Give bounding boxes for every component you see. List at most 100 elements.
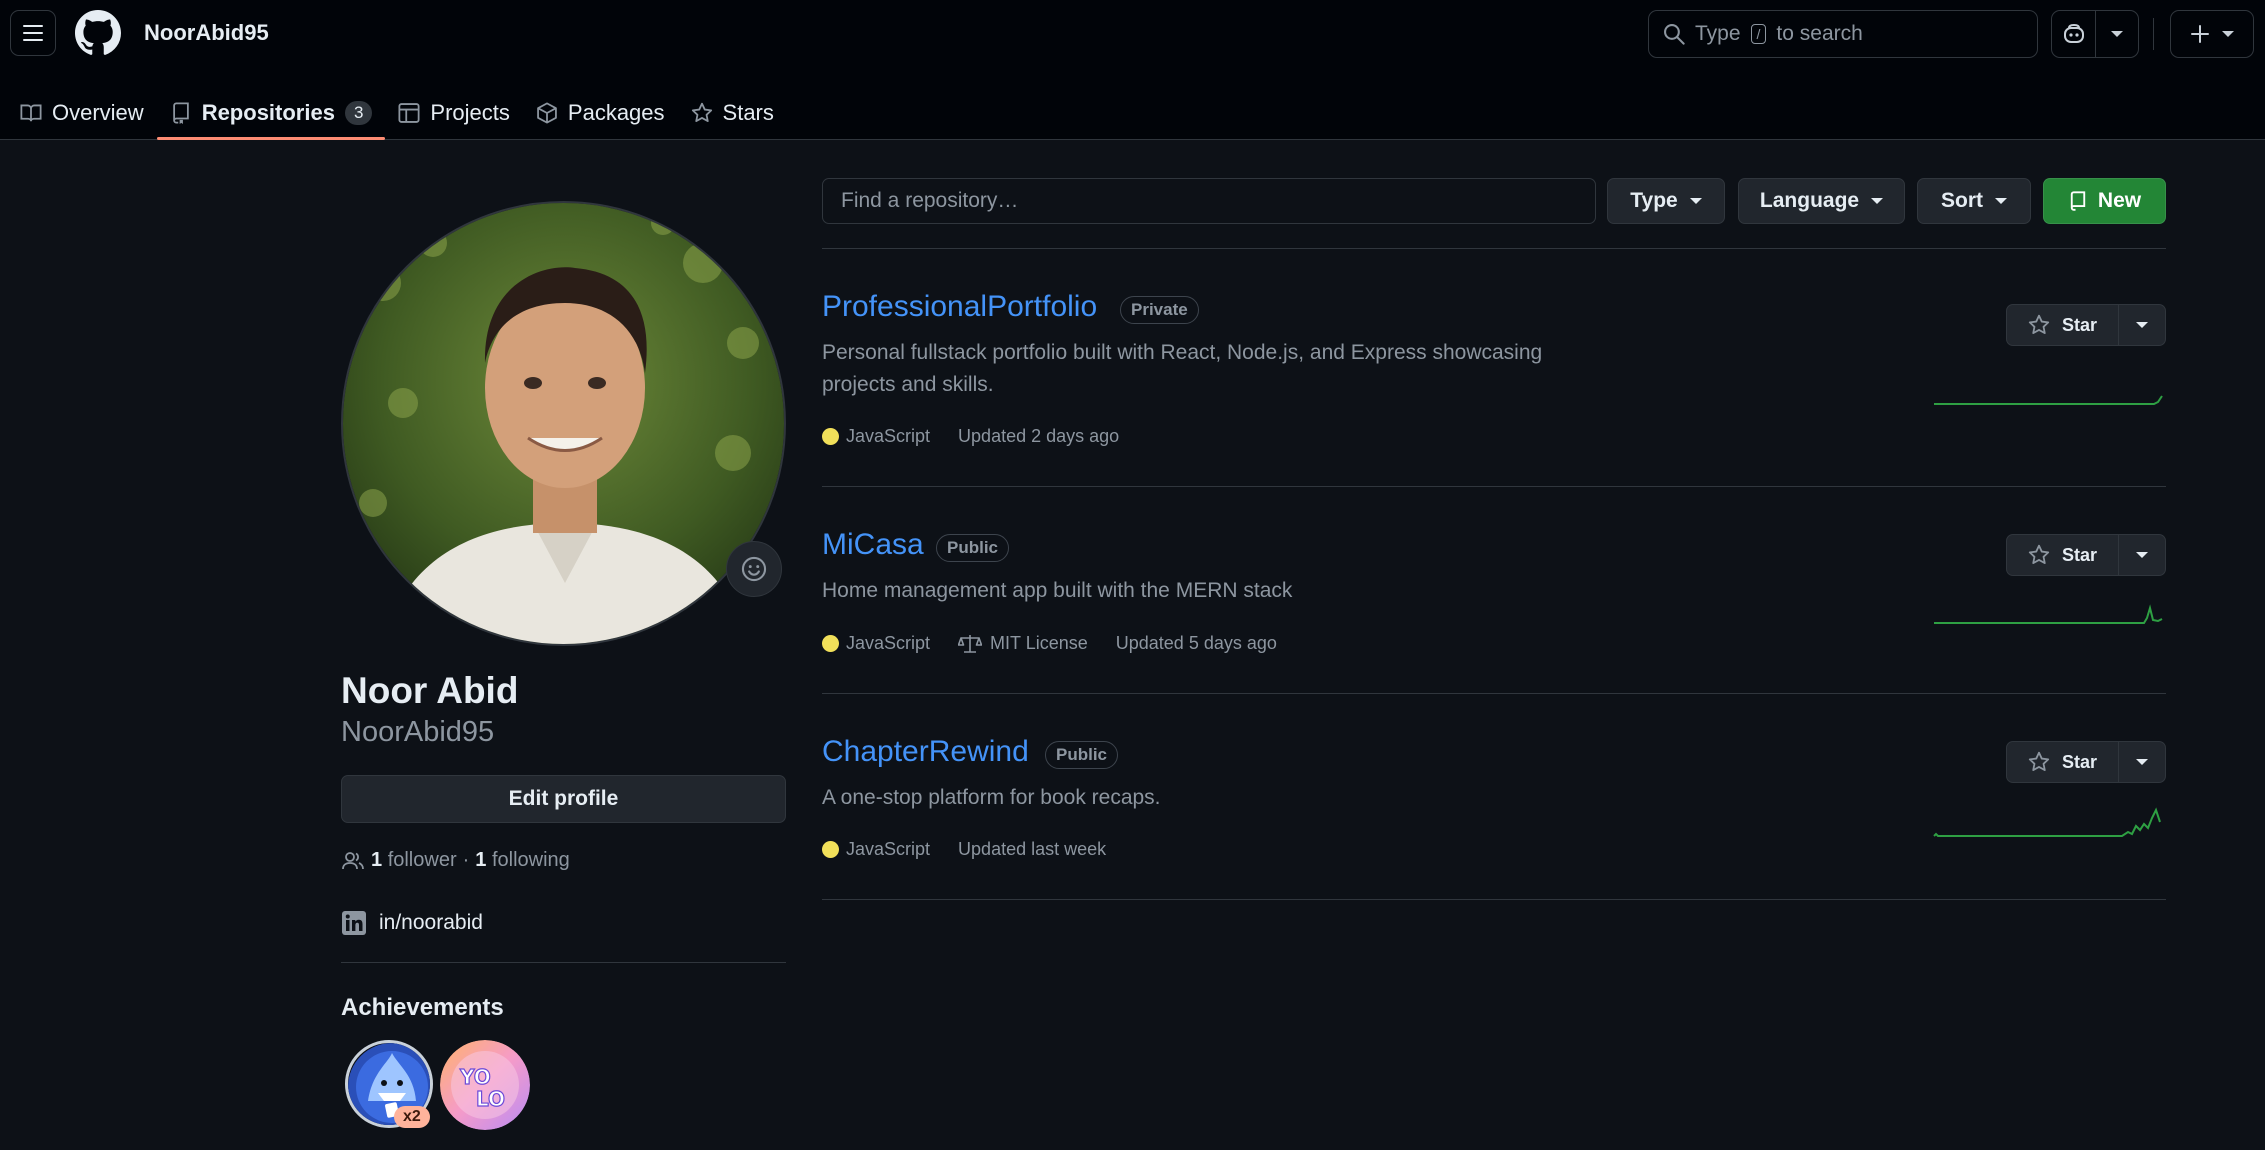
visibility-badge: Private (1120, 296, 1199, 324)
repo-updated: Updated 5 days ago (1115, 633, 1277, 653)
star-toggle[interactable]: Star (2007, 742, 2118, 782)
dot-separator: · (462, 849, 470, 871)
copilot-dropdown-icon[interactable] (2095, 11, 2138, 57)
follow-stats: 1 follower · 1 following (341, 849, 570, 872)
header-username[interactable]: NoorAbid95 (144, 20, 269, 46)
app-header: NoorAbid95 Type / to search Overview Rep… (0, 0, 2265, 140)
chevron-down-icon (2136, 759, 2148, 765)
star-icon (2028, 544, 2050, 565)
chevron-down-icon (2136, 552, 2148, 558)
repo-license[interactable]: MIT License (958, 633, 1088, 654)
star-label: Star (2061, 751, 2097, 772)
tab-label: Projects (430, 100, 510, 125)
linkedin-link[interactable]: in/noorabid (341, 910, 483, 936)
star-label: Star (2061, 544, 2097, 565)
sidebar-divider (341, 962, 786, 963)
star-toggle[interactable]: Star (2007, 535, 2118, 575)
sort-filter-button[interactable]: Sort (1917, 178, 2031, 224)
following-link[interactable]: 1 following (475, 849, 570, 872)
type-filter-button[interactable]: Type (1607, 178, 1725, 224)
menu-button[interactable] (10, 10, 56, 56)
type-filter-label: Type (1630, 189, 1678, 212)
star-list-dropdown[interactable] (2118, 535, 2165, 575)
package-icon (537, 102, 557, 124)
yolo-badge[interactable]: YO LO (440, 1040, 530, 1130)
activity-sparkline (1933, 807, 2161, 837)
create-new-button[interactable] (2170, 10, 2254, 58)
star-list-dropdown[interactable] (2118, 305, 2165, 345)
language-filter-button[interactable]: Language (1738, 178, 1905, 224)
profile-tabs: Overview Repositories 3 Projects Package… (0, 86, 787, 140)
smiley-icon (741, 556, 767, 582)
tab-packages[interactable]: Packages (523, 86, 678, 140)
repo-meta: JavaScript Updated 2 days ago (822, 426, 1119, 447)
star-label: Star (2061, 314, 2097, 335)
repo-description: A one-stop platform for book recaps. (822, 786, 1161, 809)
star-button[interactable]: Star (2006, 304, 2166, 346)
star-icon (691, 102, 712, 123)
svg-text:YO: YO (459, 1065, 491, 1089)
repo-count-badge: 3 (344, 101, 373, 125)
repo-description: Home management app built with the MERN … (822, 579, 1293, 602)
star-icon (2028, 751, 2050, 772)
tab-label: Stars (722, 100, 774, 125)
following-label: following (491, 849, 570, 871)
tab-repositories[interactable]: Repositories 3 (156, 86, 386, 140)
tab-stars[interactable]: Stars (678, 86, 787, 140)
repo-meta: JavaScript Updated last week (822, 839, 1106, 860)
github-logo-icon[interactable] (75, 10, 121, 56)
star-icon (2028, 314, 2050, 335)
repo-language: JavaScript (846, 839, 931, 859)
header-divider (2153, 18, 2154, 50)
edit-profile-button[interactable]: Edit profile (341, 775, 786, 823)
tab-label: Overview (52, 100, 144, 125)
new-repository-button[interactable]: New (2043, 178, 2166, 224)
star-toggle[interactable]: Star (2007, 305, 2118, 345)
search-shortcut-key: / (1750, 24, 1767, 44)
chevron-down-icon (1871, 198, 1884, 204)
search-icon (1664, 24, 1685, 45)
repo-link-chapterrewind[interactable]: ChapterRewind (822, 735, 1029, 769)
language-color-dot (822, 635, 839, 652)
list-divider (822, 899, 2166, 900)
followers-link[interactable]: 1 follower (371, 849, 457, 872)
search-placeholder-pre: Type (1695, 22, 1741, 45)
repo-meta: JavaScript MIT License Updated 5 days ag… (822, 633, 1277, 654)
list-divider (822, 248, 2166, 249)
tab-label: Packages (567, 100, 665, 125)
repo-icon (172, 102, 189, 124)
table-icon (398, 103, 420, 123)
star-list-dropdown[interactable] (2118, 742, 2165, 782)
repo-language: JavaScript (846, 633, 931, 653)
plus-icon (2191, 25, 2209, 43)
svg-text:LO: LO (476, 1087, 505, 1111)
profile-full-name: Noor Abid (341, 670, 519, 711)
find-repository-input[interactable] (822, 178, 1596, 224)
search-placeholder-post: to search (1776, 22, 1863, 45)
tab-projects[interactable]: Projects (385, 86, 522, 140)
copilot-icon[interactable] (2052, 11, 2095, 57)
repo-link-micasa[interactable]: MiCasa (822, 528, 924, 562)
star-button[interactable]: Star (2006, 741, 2166, 783)
set-status-button[interactable] (726, 541, 782, 597)
list-divider (822, 693, 2166, 694)
activity-sparkline (1934, 604, 2163, 624)
language-color-dot (822, 428, 839, 445)
chevron-down-icon (1689, 198, 1702, 204)
search-input[interactable]: Type / to search (1648, 10, 2038, 58)
tab-overview[interactable]: Overview (7, 86, 157, 140)
copilot-button[interactable] (2051, 10, 2139, 58)
chevron-down-icon (2136, 322, 2148, 328)
tab-label: Repositories (201, 100, 335, 125)
avatar[interactable] (341, 201, 786, 646)
visibility-badge: Public (936, 534, 1010, 562)
linkedin-icon (342, 911, 366, 935)
achievement-multiplier-badge: x2 (394, 1106, 430, 1128)
people-icon (342, 851, 364, 869)
list-divider (822, 486, 2166, 487)
star-button[interactable]: Star (2006, 534, 2166, 576)
repo-link-professionalportfolio[interactable]: ProfessionalPortfolio (822, 290, 1097, 324)
followers-count: 1 (371, 849, 383, 871)
linkedin-handle: in/noorabid (379, 911, 483, 934)
achievements-heading: Achievements (341, 994, 504, 1021)
